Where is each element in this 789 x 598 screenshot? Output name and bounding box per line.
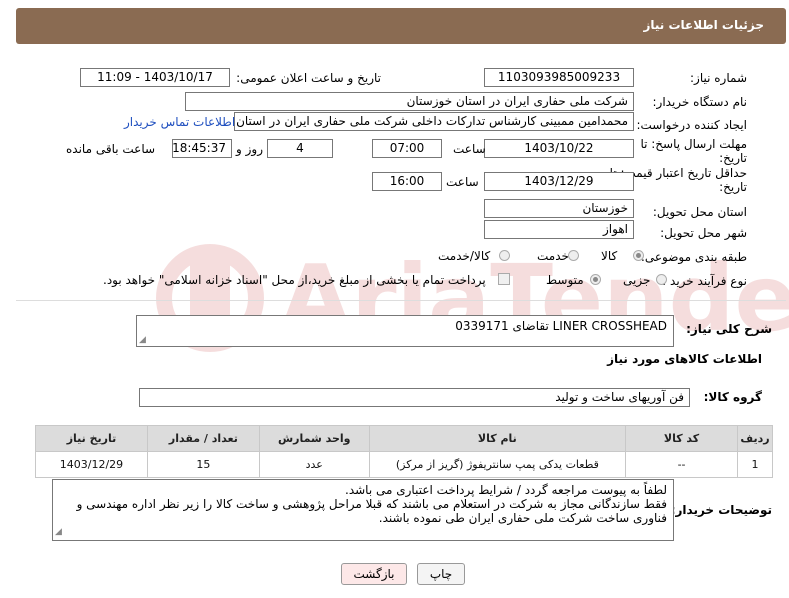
validity-date-field: 1403/12/29 — [484, 172, 634, 191]
province-field: خوزستان — [484, 199, 634, 218]
validity-date-label: تاریخ: — [719, 180, 747, 194]
validity-time-label: ساعت — [446, 175, 479, 189]
category-radio-service[interactable] — [568, 250, 579, 261]
cell-quantity: 15 — [146, 451, 260, 478]
back-button[interactable]: بازگشت — [341, 563, 407, 585]
buyer-org-label: نام دستگاه خریدار: — [652, 95, 748, 109]
need-number-label: شماره نیاز: — [690, 71, 747, 85]
announce-datetime-field: 1403/10/17 - 11:09 — [80, 68, 230, 87]
need-description-label: شرح کلی نیاز: — [686, 322, 772, 336]
days-remaining-field: 4 — [267, 139, 333, 158]
process-radio-minor[interactable] — [656, 274, 667, 285]
cell-need-date: 1403/12/29 — [35, 451, 148, 478]
deadline-time-label: ساعت — [453, 142, 486, 156]
validity-time-field: 16:00 — [372, 172, 442, 191]
remaining-time-label: ساعت باقی مانده — [66, 142, 156, 156]
category-label: طبقه بندی موضوعی: — [640, 250, 747, 264]
buyer-notes-label: توضیحات خریدار: — [670, 503, 772, 517]
cell-goods-name: قطعات یدکی پمپ سانتریفوژ (گریز از مرکز) — [368, 451, 627, 478]
days-label: روز و — [236, 142, 263, 156]
deadline-time-field: 07:00 — [372, 139, 442, 158]
process-radio-medium[interactable] — [590, 274, 601, 285]
category-radio-goods[interactable] — [633, 250, 644, 261]
table-header-row: ردیف کد کالا نام کالا واحد شمارش تعداد /… — [35, 425, 773, 452]
resize-grip-icon: ◢ — [139, 335, 146, 345]
panel-header: جزئیات اطلاعات نیاز — [16, 8, 786, 44]
col-need-date: تاریخ نیاز — [35, 425, 148, 452]
goods-group-field: فن آوریهای ساخت و تولید — [139, 388, 690, 407]
col-row-number: ردیف — [737, 425, 773, 452]
need-description-text: تقاضای 0339171 LINER CROSSHEAD — [455, 319, 667, 333]
table-row: 1 -- قطعات یدکی پمپ سانتریفوژ (گریز از م… — [35, 451, 773, 478]
process-option-medium: متوسط — [546, 273, 584, 287]
treasury-payment-checkbox[interactable] — [498, 273, 510, 285]
goods-table: ردیف کد کالا نام کالا واحد شمارش تعداد /… — [35, 425, 773, 478]
buyer-contact-link[interactable]: اطلاعات تماس خریدار — [124, 115, 235, 129]
deadline-date-label: تاریخ: — [719, 151, 747, 165]
col-goods-name: نام کالا — [368, 425, 627, 452]
col-unit: واحد شمارش — [258, 425, 370, 452]
goods-section-title: اطلاعات کالاهای مورد نیاز — [607, 352, 762, 366]
province-label: استان محل تحویل: — [652, 205, 747, 219]
need-number-field: 1103093985009233 — [484, 68, 634, 87]
buyer-notes-box: لطفاً به پیوست مراجعه گردد / شرایط پرداخ… — [52, 479, 674, 541]
cell-unit: عدد — [258, 451, 370, 478]
category-option-goods-service: کالا/خدمت — [438, 249, 491, 263]
cell-goods-code: -- — [625, 451, 738, 478]
process-option-minor: جزیی — [623, 273, 651, 287]
category-option-goods: کالا — [601, 249, 618, 263]
divider — [16, 300, 786, 301]
announce-datetime-label: تاریخ و ساعت اعلان عمومی: — [236, 71, 381, 85]
deadline-label: مهلت ارسال پاسخ: تا — [640, 137, 747, 151]
page-title: جزئیات اطلاعات نیاز — [643, 18, 764, 32]
treasury-payment-note: پرداخت تمام یا بخشی از مبلغ خرید،از محل … — [103, 273, 486, 287]
category-option-service: خدمت — [537, 249, 569, 263]
col-quantity: تعداد / مقدار — [146, 425, 260, 452]
requester-field: محمدامین ممبینی کارشناس تدارکات داخلی شر… — [234, 112, 634, 131]
city-field: اهواز — [484, 220, 634, 239]
deadline-date-field: 1403/10/22 — [484, 139, 634, 158]
city-label: شهر محل تحویل: — [660, 226, 747, 240]
category-radio-goods-service[interactable] — [499, 250, 510, 261]
col-goods-code: کد کالا — [625, 425, 738, 452]
resize-grip-icon: ◢ — [55, 527, 62, 537]
cell-row-number: 1 — [737, 451, 773, 478]
print-button[interactable]: چاپ — [417, 563, 465, 585]
need-description-box: تقاضای 0339171 LINER CROSSHEAD ◢ — [136, 315, 674, 347]
buyer-org-field: شرکت ملی حفاری ایران در استان خوزستان — [185, 92, 634, 111]
process-label: نوع فرآیند خرید : — [662, 274, 747, 288]
goods-group-label: گروه کالا: — [703, 390, 762, 404]
buyer-notes-text: لطفاً به پیوست مراجعه گردد / شرایط پرداخ… — [76, 483, 667, 525]
requester-label: ایجاد کننده درخواست: — [636, 118, 747, 132]
remaining-time-field: 18:45:37 — [172, 139, 232, 158]
